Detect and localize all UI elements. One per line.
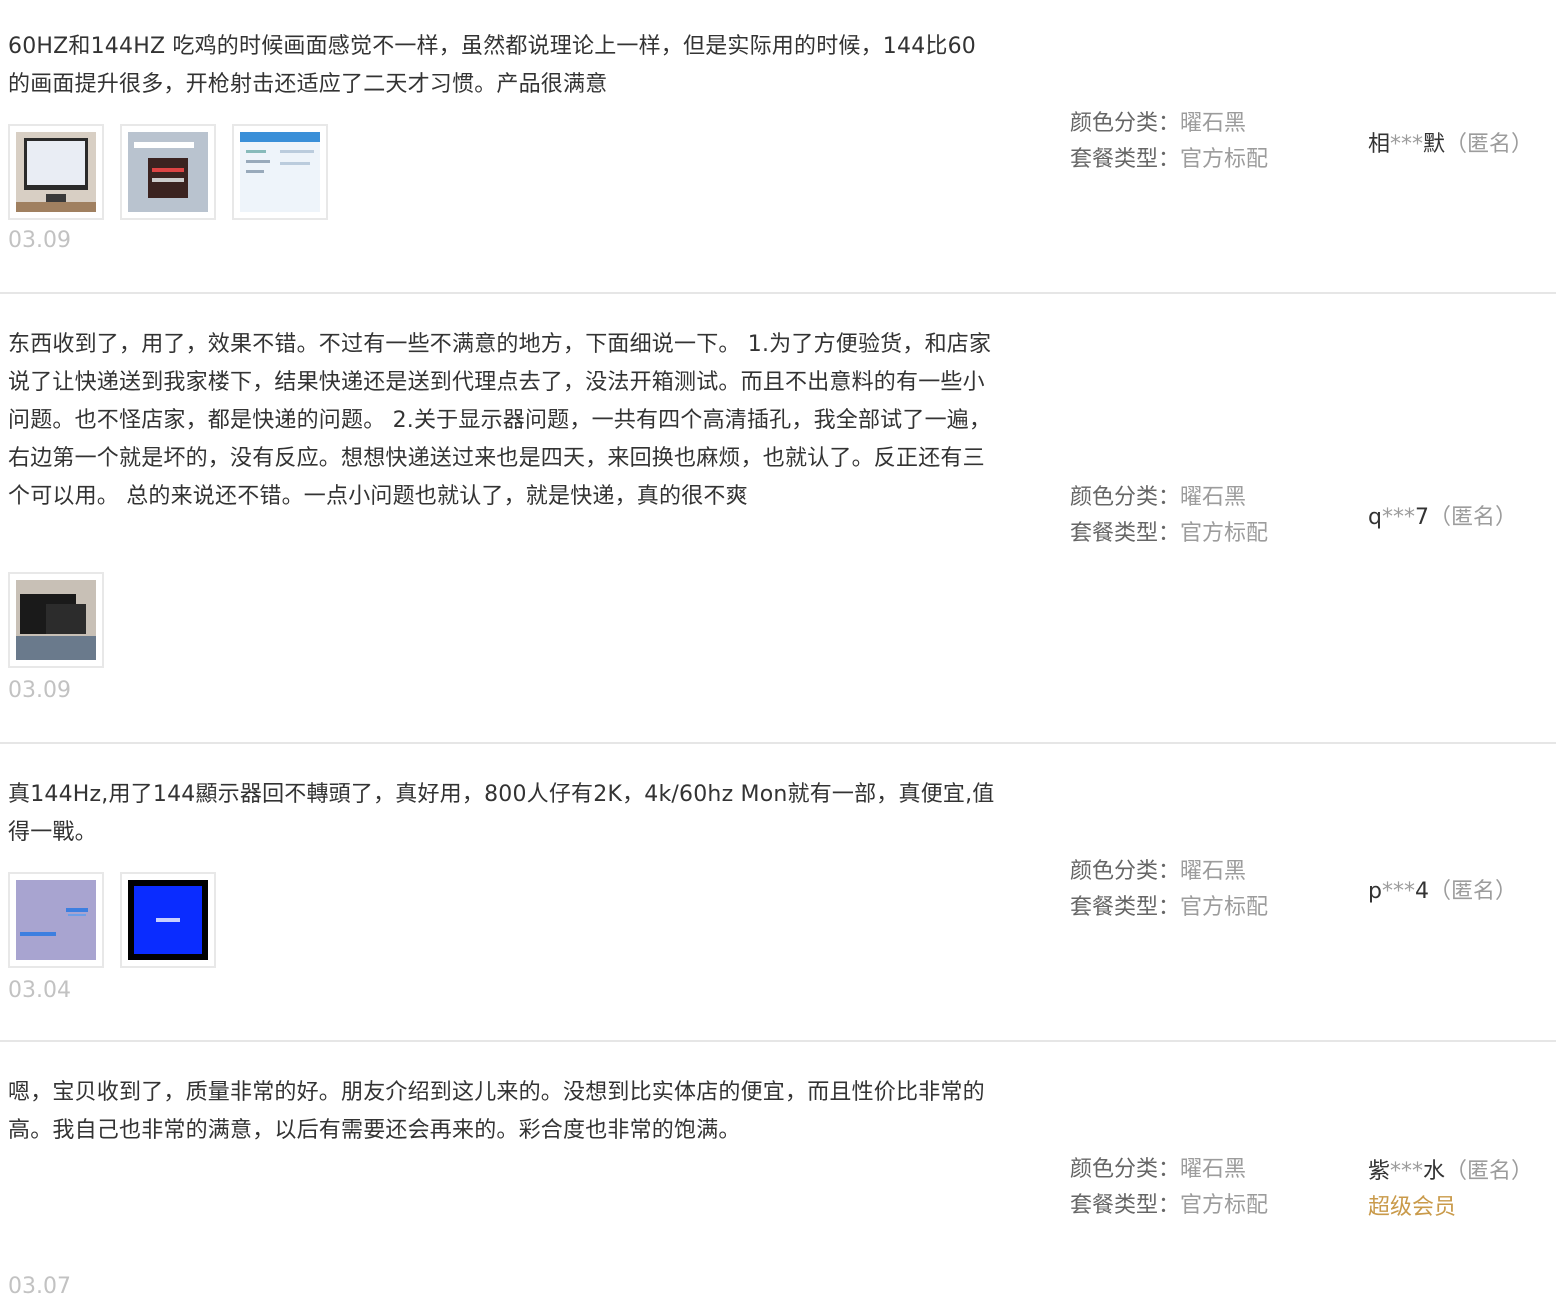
blue-screen-photo-icon (128, 880, 208, 960)
sku-package-value: 官方标配 (1180, 521, 1269, 546)
review-content: 嗯，宝贝收到了，质量非常的好。朋友介绍到这儿来的。没想到比实体店的便宜，而且性价… (8, 1080, 985, 1143)
sku-package-value: 官方标配 (1180, 147, 1269, 172)
sku-package-value: 官方标配 (1180, 895, 1269, 920)
monitor-desk-photo-icon (16, 580, 96, 660)
sku-color-value: 曜石黑 (1180, 1157, 1247, 1182)
super-member-badge: 超级会员 (1368, 1195, 1457, 1220)
reviewer-name-last: 4 (1414, 879, 1429, 904)
sku-color-label: 颜色分类： (1070, 111, 1181, 136)
review-photos (8, 872, 216, 968)
review-item: 60HZ和144HZ 吃鸡的时候画面感觉不一样，虽然都说理论上一样，但是实际用的… (0, 0, 1556, 294)
anonymous-tag: （匿名） (1445, 132, 1534, 157)
review-date: 03.09 (8, 228, 71, 253)
review-photo[interactable] (120, 872, 216, 968)
sku-color-value: 曜石黑 (1180, 111, 1247, 136)
sku-color-label: 颜色分类： (1070, 485, 1181, 510)
review-photos (8, 124, 328, 220)
review-content: 东西收到了，用了，效果不错。不过有一些不满意的地方，下面细说一下。 1.为了方便… (8, 332, 992, 509)
review-item: 嗯，宝贝收到了，质量非常的好。朋友介绍到这儿来的。没想到比实体店的便宜，而且性价… (0, 1042, 1556, 1308)
sku-info: 颜色分类：曜石黑 套餐类型：官方标配 (1070, 480, 1268, 552)
osd-photo-icon (16, 880, 96, 960)
reviewer-name-last: 7 (1414, 505, 1429, 530)
reviewer-name-mask: *** (1390, 132, 1424, 157)
anonymous-tag: （匿名） (1428, 879, 1517, 904)
reviewer: 相***默（匿名） (1368, 127, 1533, 163)
review-photo[interactable] (8, 872, 104, 968)
reviewer-name-first: q (1368, 505, 1382, 530)
sku-package-label: 套餐类型： (1070, 895, 1181, 920)
review-photos (8, 572, 104, 668)
reviewer: q***7（匿名） (1368, 500, 1517, 536)
reviewer: p***4（匿名） (1368, 874, 1517, 910)
osd-menu-photo-icon (128, 132, 208, 212)
sku-color-label: 颜色分类： (1070, 1157, 1181, 1182)
reviewer-name-mask: *** (1381, 879, 1415, 904)
sku-info: 颜色分类：曜石黑 套餐类型：官方标配 (1070, 106, 1268, 178)
review-photo[interactable] (232, 124, 328, 220)
sku-package-value: 官方标配 (1180, 1193, 1269, 1218)
review-item: 东西收到了，用了，效果不错。不过有一些不满意的地方，下面细说一下。 1.为了方便… (0, 294, 1556, 744)
reviewer-name-mask: *** (1390, 1159, 1424, 1184)
review-content: 真144Hz,用了144顯示器回不轉頭了，真好用，800人仔有2K，4k/60h… (8, 782, 995, 845)
sku-info: 颜色分类：曜石黑 套餐类型：官方标配 (1070, 854, 1268, 926)
sku-color-value: 曜石黑 (1180, 485, 1247, 510)
review-date: 03.07 (8, 1274, 71, 1299)
reviewer-name-first: 相 (1368, 132, 1391, 157)
review-content: 60HZ和144HZ 吃鸡的时候画面感觉不一样，虽然都说理论上一样，但是实际用的… (8, 34, 976, 97)
reviewer-name-last: 默 (1423, 132, 1446, 157)
anonymous-tag: （匿名） (1428, 505, 1517, 530)
sku-color-label: 颜色分类： (1070, 859, 1181, 884)
settings-screenshot-icon (240, 132, 320, 212)
reviewer-name-mask: *** (1381, 505, 1415, 530)
reviewer-name-last: 水 (1423, 1159, 1446, 1184)
reviewer: 紫***水（匿名） 超级会员 (1368, 1154, 1533, 1226)
reviewer-name-first: 紫 (1368, 1159, 1391, 1184)
anonymous-tag: （匿名） (1445, 1159, 1534, 1184)
monitor-photo-icon (16, 132, 96, 212)
review-photo[interactable] (8, 572, 104, 668)
review-item: 真144Hz,用了144顯示器回不轉頭了，真好用，800人仔有2K，4k/60h… (0, 744, 1556, 1042)
reviewer-name-first: p (1368, 879, 1382, 904)
sku-color-value: 曜石黑 (1180, 859, 1247, 884)
sku-package-label: 套餐类型： (1070, 521, 1181, 546)
review-date: 03.09 (8, 678, 71, 703)
sku-info: 颜色分类：曜石黑 套餐类型：官方标配 (1070, 1152, 1268, 1224)
review-photo[interactable] (8, 124, 104, 220)
sku-package-label: 套餐类型： (1070, 1193, 1181, 1218)
review-date: 03.04 (8, 978, 71, 1003)
review-photo[interactable] (120, 124, 216, 220)
sku-package-label: 套餐类型： (1070, 147, 1181, 172)
